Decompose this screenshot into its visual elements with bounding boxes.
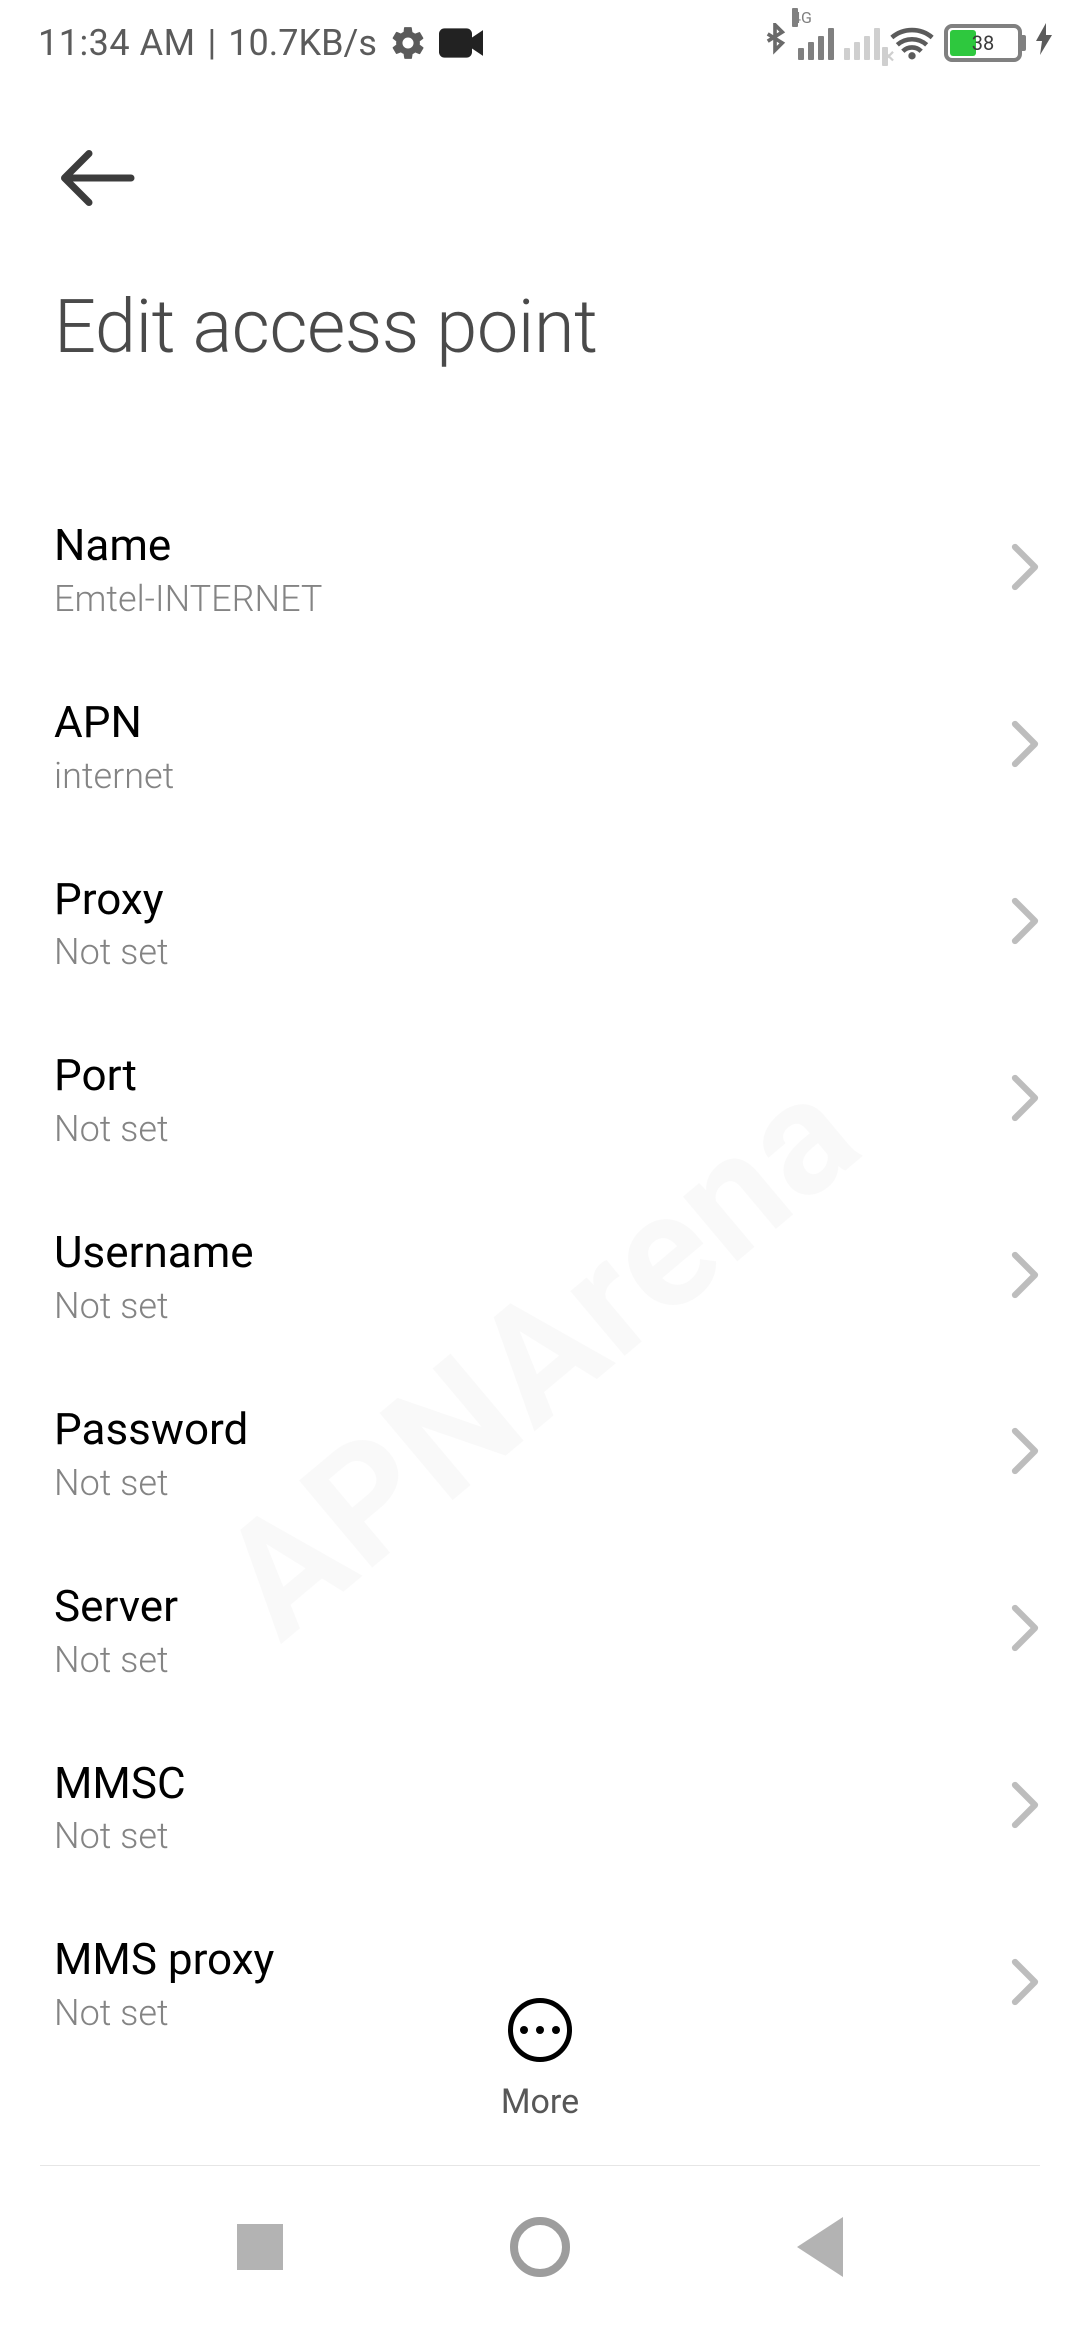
triangle-left-icon [797, 2217, 843, 2277]
wifi-icon [890, 26, 934, 60]
setting-label: APN [54, 696, 1008, 749]
setting-server[interactable]: Server Not set [54, 1542, 1080, 1719]
setting-label: Port [54, 1049, 1008, 1102]
setting-value: Emtel-INTERNET [54, 578, 1008, 620]
chevron-right-icon [1010, 896, 1040, 950]
status-network-speed: 10.7KB/s [228, 22, 377, 64]
more-button[interactable]: More [501, 1998, 579, 2122]
setting-value: Not set [54, 1639, 1008, 1681]
bluetooth-icon [762, 23, 788, 63]
status-bar: 11:34 AM | 10.7KB/s 4G ✕ [0, 0, 1080, 86]
setting-port[interactable]: Port Not set [54, 1011, 1080, 1188]
setting-label: MMSC [54, 1757, 1008, 1810]
apn-settings-list: Name Emtel-INTERNET APN internet Proxy N… [0, 481, 1080, 2072]
setting-label: Password [54, 1403, 1008, 1456]
setting-label: Username [54, 1226, 1008, 1279]
chevron-right-icon [1010, 1250, 1040, 1304]
setting-proxy[interactable]: Proxy Not set [54, 835, 1080, 1012]
signal-sim2-icon: ✕ [844, 26, 880, 60]
square-icon [237, 2224, 283, 2270]
battery-icon: 38 [944, 24, 1022, 62]
chevron-right-icon [1010, 542, 1040, 596]
setting-value: Not set [54, 931, 1008, 973]
charging-bolt-icon [1036, 22, 1052, 65]
setting-password[interactable]: Password Not set [54, 1365, 1080, 1542]
page-title: Edit access point [54, 284, 1026, 371]
battery-percentage: 38 [972, 31, 994, 55]
setting-value: internet [54, 755, 1008, 797]
setting-label: Server [54, 1580, 1008, 1633]
setting-value: Not set [54, 1815, 1008, 1857]
arrow-left-icon [54, 136, 138, 220]
status-time: 11:34 AM [38, 22, 196, 64]
bottom-divider [40, 2165, 1040, 2166]
setting-label: Name [54, 519, 1008, 572]
more-label: More [501, 2082, 579, 2122]
setting-value: Not set [54, 1285, 1008, 1327]
nav-recents-button[interactable] [210, 2197, 310, 2297]
video-camera-icon [439, 28, 483, 58]
system-nav-bar [0, 2172, 1080, 2340]
chevron-right-icon [1010, 719, 1040, 773]
more-circle-icon [508, 1998, 572, 2062]
nav-back-button[interactable] [770, 2197, 870, 2297]
setting-name[interactable]: Name Emtel-INTERNET [54, 481, 1080, 658]
signal-sim1-icon: 4G [798, 26, 834, 60]
status-separator: | [208, 22, 217, 64]
chevron-right-icon [1010, 1603, 1040, 1657]
setting-label: Proxy [54, 873, 1008, 926]
back-button[interactable] [54, 136, 138, 220]
chevron-right-icon [1010, 1426, 1040, 1480]
setting-value: Not set [54, 1108, 1008, 1150]
gear-icon [389, 24, 427, 62]
chevron-right-icon [1010, 1780, 1040, 1834]
setting-mmsc[interactable]: MMSC Not set [54, 1719, 1080, 1896]
setting-apn[interactable]: APN internet [54, 658, 1080, 835]
setting-username[interactable]: Username Not set [54, 1188, 1080, 1365]
chevron-right-icon [1010, 1073, 1040, 1127]
setting-value: Not set [54, 1462, 1008, 1504]
network-type-label: 4G [792, 8, 798, 27]
circle-icon [510, 2217, 570, 2277]
nav-home-button[interactable] [490, 2197, 590, 2297]
